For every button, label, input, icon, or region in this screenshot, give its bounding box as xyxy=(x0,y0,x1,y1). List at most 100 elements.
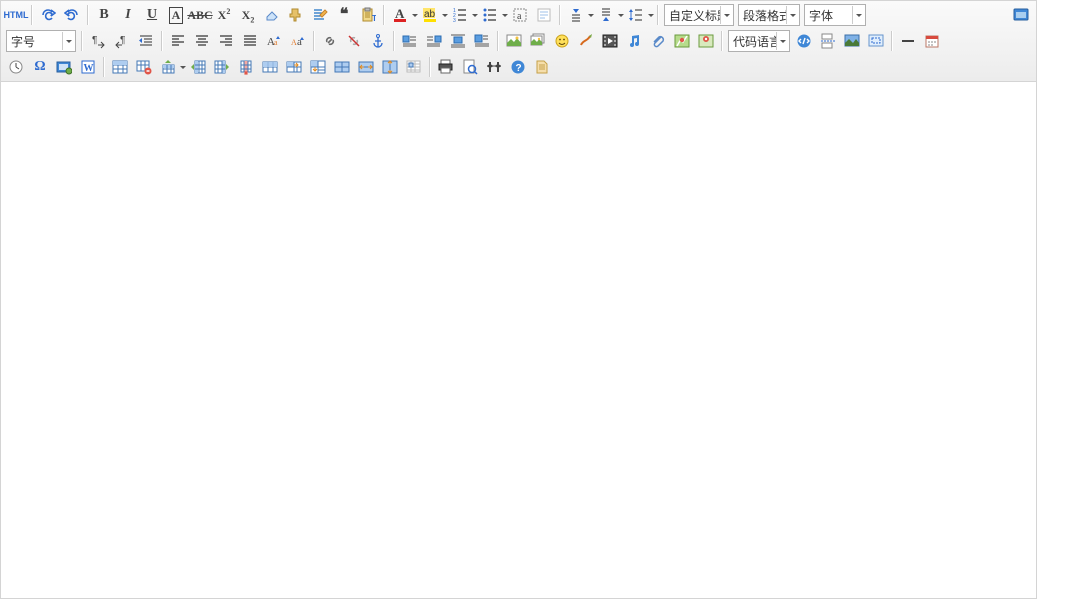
rowspacing-bottom-dropdown[interactable] xyxy=(617,5,624,25)
delete-col-button[interactable] xyxy=(235,56,257,78)
split-cells-button[interactable] xyxy=(331,56,353,78)
source-button[interactable]: HTML xyxy=(5,4,27,26)
direction-rtl-button[interactable]: ¶ xyxy=(111,30,133,52)
emotion-button[interactable] xyxy=(551,30,573,52)
selectall-button[interactable]: a xyxy=(509,4,531,26)
font-family-combo[interactable]: 字体 xyxy=(804,4,866,26)
image-none-button[interactable] xyxy=(471,30,493,52)
insert-row-dropdown[interactable] xyxy=(179,57,186,77)
drag-icon xyxy=(406,59,422,75)
eraser-icon xyxy=(264,7,280,23)
lineheight-dropdown[interactable] xyxy=(647,5,654,25)
backcolor-button[interactable]: ab xyxy=(419,4,441,26)
insert-music-button[interactable] xyxy=(623,30,645,52)
insert-col-after-button[interactable] xyxy=(211,56,233,78)
insert-video-button[interactable] xyxy=(599,30,621,52)
justify-full-button[interactable] xyxy=(239,30,261,52)
ltr-icon: ¶ xyxy=(90,33,106,49)
code-language-label: 代码语言 xyxy=(729,33,776,50)
ordered-list-dropdown[interactable] xyxy=(471,5,478,25)
olist-icon: 123 xyxy=(452,7,468,23)
gmap-button[interactable] xyxy=(695,30,717,52)
merge-down-button[interactable] xyxy=(307,56,329,78)
split-cols-button[interactable] xyxy=(379,56,401,78)
rowspacing-top-button[interactable] xyxy=(565,4,587,26)
paragraph-format-combo[interactable]: 段落格式 xyxy=(738,4,800,26)
fullscreen-button[interactable] xyxy=(1010,4,1032,26)
italic-button[interactable]: I xyxy=(117,4,139,26)
autotype-icon xyxy=(312,7,328,23)
merge-right-button[interactable] xyxy=(283,56,305,78)
indent-button[interactable] xyxy=(135,30,157,52)
ordered-list-button[interactable]: 123 xyxy=(449,4,471,26)
wordimage-button[interactable]: W xyxy=(77,56,99,78)
remove-format-button[interactable] xyxy=(261,4,283,26)
redo-button[interactable] xyxy=(61,4,83,26)
image-center-button[interactable] xyxy=(447,30,469,52)
direction-ltr-button[interactable]: ¶ xyxy=(87,30,109,52)
merge-cells-button[interactable] xyxy=(259,56,281,78)
backcolor-dropdown[interactable] xyxy=(441,5,448,25)
anchor-button[interactable] xyxy=(367,30,389,52)
superscript-button[interactable]: X2 xyxy=(213,4,235,26)
strikethrough-button[interactable]: ABC xyxy=(189,4,211,26)
image-right-button[interactable] xyxy=(423,30,445,52)
pagebreak-icon xyxy=(820,33,836,49)
print-button[interactable] xyxy=(435,56,457,78)
fontborder-button[interactable]: A xyxy=(165,4,187,26)
unordered-list-dropdown[interactable] xyxy=(501,5,508,25)
rowspacing-bottom-button[interactable] xyxy=(595,4,617,26)
template-button[interactable] xyxy=(531,56,553,78)
undo-button[interactable] xyxy=(37,4,59,26)
map-button[interactable] xyxy=(671,30,693,52)
lineheight-button[interactable] xyxy=(625,4,647,26)
insert-row-before-button[interactable] xyxy=(157,56,179,78)
attachment-button[interactable] xyxy=(647,30,669,52)
snapscreen-button[interactable] xyxy=(865,30,887,52)
link-button[interactable] xyxy=(319,30,341,52)
background-button[interactable] xyxy=(841,30,863,52)
pagebreak-button[interactable] xyxy=(817,30,839,52)
horizontal-rule-button[interactable] xyxy=(897,30,919,52)
table-dragsort-button[interactable] xyxy=(403,56,425,78)
image-left-button[interactable] xyxy=(399,30,421,52)
touppercase-button[interactable]: Aa xyxy=(263,30,285,52)
bold-button[interactable]: B xyxy=(93,4,115,26)
delete-table-button[interactable] xyxy=(133,56,155,78)
insert-table-button[interactable] xyxy=(109,56,131,78)
forecolor-button[interactable]: A xyxy=(389,4,411,26)
code-language-combo[interactable]: 代码语言 xyxy=(728,30,790,52)
tolowercase-button[interactable]: Aa xyxy=(287,30,309,52)
insert-col-before-button[interactable] xyxy=(187,56,209,78)
pasteplain-button[interactable]: T xyxy=(357,4,379,26)
rowspacing-top-dropdown[interactable] xyxy=(587,5,594,25)
preview-button[interactable] xyxy=(459,56,481,78)
justify-center-button[interactable] xyxy=(191,30,213,52)
help-button[interactable]: ? xyxy=(507,56,529,78)
date-button[interactable] xyxy=(921,30,943,52)
unlink-button[interactable] xyxy=(343,30,365,52)
multi-image-button[interactable] xyxy=(527,30,549,52)
edit-area[interactable] xyxy=(1,82,1036,598)
font-size-combo[interactable]: 字号 xyxy=(6,30,76,52)
scrawl-button[interactable] xyxy=(575,30,597,52)
forecolor-dropdown[interactable] xyxy=(411,5,418,25)
justify-left-button[interactable] xyxy=(167,30,189,52)
time-button[interactable] xyxy=(5,56,27,78)
subscript-button[interactable]: X2 xyxy=(237,4,259,26)
search-replace-button[interactable] xyxy=(483,56,505,78)
justify-right-button[interactable] xyxy=(215,30,237,52)
custom-heading-combo[interactable]: 自定义标题 xyxy=(664,4,734,26)
format-match-button[interactable] xyxy=(285,4,307,26)
split-rows-button[interactable] xyxy=(355,56,377,78)
blockquote-button[interactable]: ❝ xyxy=(333,4,355,26)
snapscreen2-button[interactable] xyxy=(53,56,75,78)
insert-paragraph-button[interactable] xyxy=(533,4,555,26)
insert-image-button[interactable] xyxy=(503,30,525,52)
music-icon xyxy=(626,33,642,49)
unordered-list-button[interactable] xyxy=(479,4,501,26)
underline-button[interactable]: U xyxy=(141,4,163,26)
insert-code-button[interactable] xyxy=(793,30,815,52)
special-char-button[interactable]: Ω xyxy=(29,56,51,78)
autotypeset-button[interactable] xyxy=(309,4,331,26)
